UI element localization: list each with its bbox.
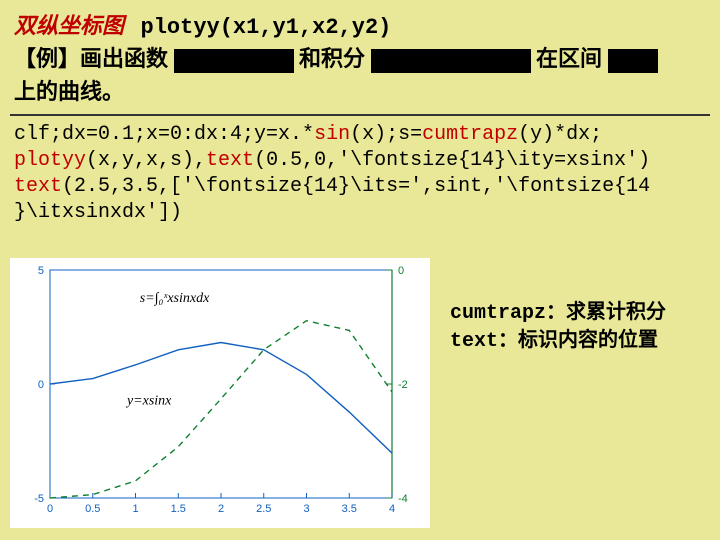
svg-text:3: 3 — [303, 503, 309, 515]
divider — [10, 114, 710, 116]
code-text: }\itxsinxdx']) — [14, 201, 182, 224]
svg-text:-5: -5 — [34, 493, 44, 505]
svg-text:1.5: 1.5 — [171, 503, 186, 515]
svg-text:-4: -4 — [398, 493, 408, 505]
plotyy-chart: 00.511.522.533.54-5050-2-4y=xsinxs=∫₀ˣxs… — [10, 258, 430, 528]
svg-text:0: 0 — [47, 503, 53, 515]
svg-text:0.5: 0.5 — [85, 503, 100, 515]
svg-text:0: 0 — [398, 265, 404, 277]
example-mid1: 和积分 — [299, 46, 365, 71]
svg-text:s=∫₀ˣxsinxdx: s=∫₀ˣxsinxdx — [140, 291, 210, 306]
code-line-3: text(2.5,3.5,['\fontsize{14}\its=',sint,… — [14, 174, 706, 200]
note-cumtrapz: cumtrapz：求累计积分 — [450, 300, 666, 328]
code-line-2: plotyy(x,y,x,s),text(0.5,0,'\fontsize{14… — [14, 148, 706, 174]
code-line-4: }\itxsinxdx']) — [14, 200, 706, 226]
svg-text:3.5: 3.5 — [342, 503, 357, 515]
svg-text:-2: -2 — [398, 379, 408, 391]
code-line-1: clf;dx=0.1;x=0:dx:4;y=x.*sin(x);s=cumtra… — [14, 122, 706, 148]
plotyy-command: plotyy(x1,y1,x2,y2) — [141, 15, 392, 40]
code-text: (x);s= — [350, 123, 422, 146]
example-mid2: 在区间 — [536, 46, 602, 71]
note-text: text：标识内容的位置 — [450, 328, 666, 356]
code-keyword-text: text — [206, 149, 254, 172]
code-text: (0.5,0,'\fontsize{14}\ity=xsinx') — [254, 149, 650, 172]
code-keyword-sin: sin — [314, 123, 350, 146]
svg-text:2.5: 2.5 — [256, 503, 271, 515]
redacted-box-1 — [174, 49, 294, 73]
code-text: (y)*dx; — [518, 123, 602, 146]
svg-text:5: 5 — [38, 265, 44, 277]
example-suffix: 上的曲线。 — [0, 74, 720, 110]
code-text: clf;dx=0.1;x=0:dx:4;y=x.* — [14, 123, 314, 146]
example-line: 【例】画出函数 和积分 在区间 — [0, 42, 720, 74]
code-text: (x,y,x,s), — [86, 149, 206, 172]
svg-text:2: 2 — [218, 503, 224, 515]
page-heading: 双纵坐标图 — [14, 13, 124, 38]
svg-text:1: 1 — [132, 503, 138, 515]
title-row: 双纵坐标图 plotyy(x1,y1,x2,y2) — [0, 0, 720, 42]
svg-text:y=xsinx: y=xsinx — [125, 394, 172, 409]
code-keyword-cumtrapz: cumtrapz — [422, 123, 518, 146]
redacted-box-2 — [371, 49, 531, 73]
chart-container: 00.511.522.533.54-5050-2-4y=xsinxs=∫₀ˣxs… — [10, 258, 430, 528]
example-prefix: 【例】画出函数 — [14, 46, 168, 71]
code-keyword-plotyy: plotyy — [14, 149, 86, 172]
svg-text:0: 0 — [38, 379, 44, 391]
svg-text:4: 4 — [389, 503, 395, 515]
notes-block: cumtrapz：求累计积分 text：标识内容的位置 — [450, 300, 666, 356]
redacted-box-3 — [608, 49, 658, 73]
code-block: clf;dx=0.1;x=0:dx:4;y=x.*sin(x);s=cumtra… — [0, 122, 720, 226]
code-text: (2.5,3.5,['\fontsize{14}\its=',sint,'\fo… — [62, 175, 650, 198]
code-keyword-text: text — [14, 175, 62, 198]
